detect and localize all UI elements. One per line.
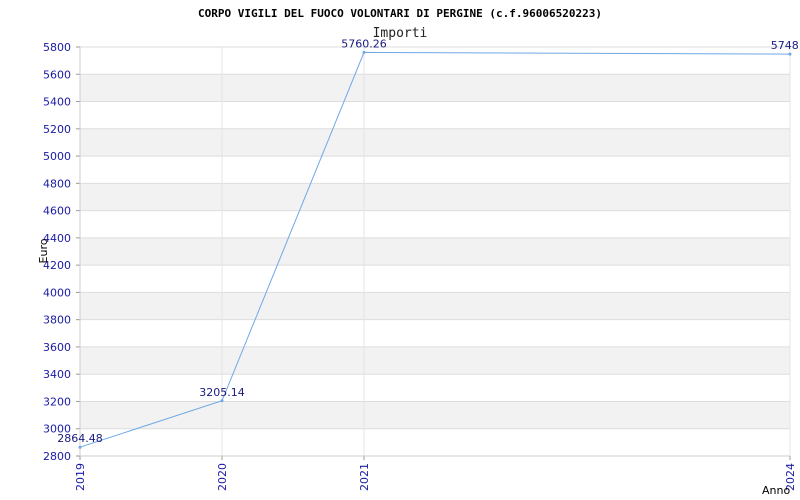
x-tick-label: 2021 xyxy=(358,463,371,491)
y-tick-label: 3800 xyxy=(43,314,71,327)
grid-band xyxy=(80,292,790,320)
grid-band xyxy=(80,401,790,429)
grid-band xyxy=(80,74,790,102)
y-tick-label: 5400 xyxy=(43,96,71,109)
x-tick-label: 2019 xyxy=(74,463,87,491)
data-point xyxy=(788,52,792,56)
line-chart: CORPO VIGILI DEL FUOCO VOLONTARI DI PERG… xyxy=(37,7,800,497)
y-tick-label: 5600 xyxy=(43,68,71,81)
y-tick-label: 4600 xyxy=(43,205,71,218)
chart-title: CORPO VIGILI DEL FUOCO VOLONTARI DI PERG… xyxy=(198,7,602,20)
y-tick-label: 5000 xyxy=(43,150,71,163)
y-axis-label: Euro xyxy=(37,238,50,263)
y-tick-label: 4800 xyxy=(43,177,71,190)
data-label: 3205.14 xyxy=(199,386,245,399)
data-point xyxy=(362,50,366,54)
y-tick-label: 4000 xyxy=(43,286,71,299)
y-tick-label: 2800 xyxy=(43,450,71,463)
x-axis-label: Anno xyxy=(762,484,790,497)
data-label: 2864.48 xyxy=(57,432,103,445)
y-tick-label: 5800 xyxy=(43,41,71,54)
x-tick-label: 2020 xyxy=(216,463,229,491)
y-tick-label: 3400 xyxy=(43,368,71,381)
data-label: 5748.0 xyxy=(771,39,800,52)
y-tick-label: 3600 xyxy=(43,341,71,354)
grid-band xyxy=(80,183,790,211)
data-label: 5760.26 xyxy=(341,37,387,50)
y-tick-label: 5200 xyxy=(43,123,71,136)
grid-band xyxy=(80,128,790,157)
x-tick-labels: 2019 2020 2021 2024 xyxy=(74,463,797,491)
y-tick-label: 3200 xyxy=(43,395,71,408)
grid-band xyxy=(80,237,790,266)
grid-bands xyxy=(80,74,790,429)
data-point xyxy=(78,445,82,449)
grid-band xyxy=(80,346,790,375)
data-point xyxy=(220,399,224,403)
